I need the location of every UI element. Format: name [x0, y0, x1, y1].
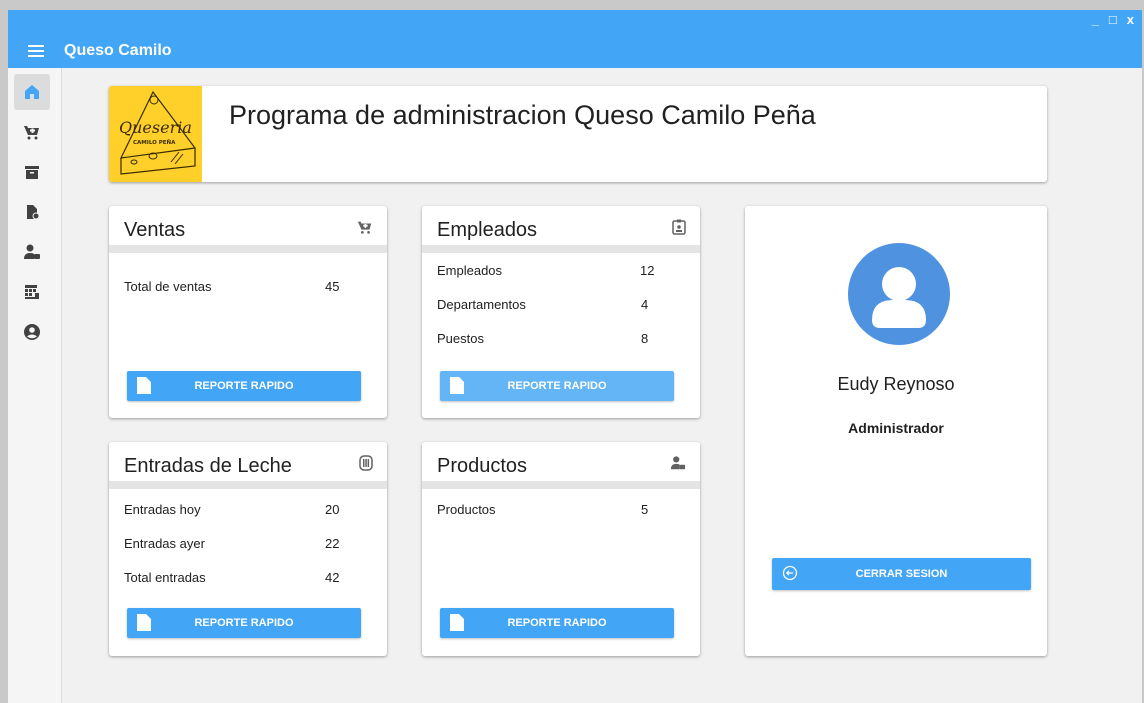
stat-label: Total entradas	[124, 570, 206, 585]
barrel-icon	[359, 455, 373, 476]
header-card: Queseria CAMILO PEÑA Programa de adminis…	[109, 86, 1047, 182]
card-divider	[109, 481, 387, 489]
sidebar-item-archive[interactable]	[14, 154, 50, 190]
card-divider	[422, 245, 700, 253]
account-circle-icon	[848, 243, 950, 345]
id-badge-icon	[672, 219, 686, 240]
leche-report-button[interactable]: REPORTE RAPIDO	[127, 608, 361, 638]
cart-icon	[24, 126, 39, 140]
stat-value: 20	[325, 502, 340, 517]
empleados-card: Empleados Empleados 12 Departamentos 4 P…	[422, 206, 700, 418]
stat-value: 22	[325, 536, 340, 551]
hamburger-icon	[28, 45, 44, 57]
cart-icon	[357, 219, 373, 240]
productos-report-button[interactable]: REPORTE RAPIDO	[440, 608, 674, 638]
archive-icon	[25, 166, 39, 179]
sidebar-item-ventas[interactable]	[14, 114, 50, 150]
maximize-button[interactable]: □	[1109, 13, 1117, 27]
warehouse-icon	[25, 285, 39, 299]
menu-button[interactable]	[8, 34, 64, 68]
stat-label: Productos	[437, 502, 496, 517]
app-window: _ □ x Queso Camilo Queseria CAMILO PEÑA …	[0, 0, 1144, 703]
sidebar-item-home[interactable]	[14, 74, 50, 110]
sidebar-item-warehouse[interactable]	[14, 274, 50, 310]
stat-label: Entradas hoy	[124, 502, 201, 517]
button-label: REPORTE RAPIDO	[194, 617, 294, 629]
ventas-card: Ventas Total de ventas 45 REPORTE RAPIDO	[109, 206, 387, 418]
productos-card: Productos Productos 5 REPORTE RAPIDO	[422, 442, 700, 656]
card-divider	[422, 481, 700, 489]
profile-card: Eudy Reynoso Administrador CERRAR SESION	[745, 206, 1047, 656]
stat-value: 12	[640, 263, 655, 278]
window-controls: _ □ x	[1092, 13, 1134, 27]
card-title: Entradas de Leche	[124, 455, 292, 477]
svg-text:Queseria: Queseria	[119, 118, 192, 137]
ventas-report-button[interactable]: REPORTE RAPIDO	[127, 371, 361, 401]
window-titlebar: _ □ x	[8, 10, 1142, 34]
button-label: REPORTE RAPIDO	[194, 380, 294, 392]
leche-card: Entradas de Leche Entradas hoy 20 Entrad…	[109, 442, 387, 656]
page-title: Programa de administracion Queso Camilo …	[229, 100, 816, 130]
button-label: CERRAR SESION	[855, 568, 948, 580]
empleados-report-button[interactable]: REPORTE RAPIDO	[440, 371, 674, 401]
svg-text:CAMILO PEÑA: CAMILO PEÑA	[133, 139, 176, 146]
stat-label: Entradas ayer	[124, 536, 205, 551]
app-bar: Queso Camilo	[8, 34, 1142, 68]
minimize-button[interactable]: _	[1092, 13, 1099, 27]
document-icon	[27, 205, 40, 220]
stat-label: Puestos	[437, 331, 484, 346]
queseria-logo: Queseria CAMILO PEÑA	[109, 86, 202, 182]
stat-value: 5	[641, 502, 649, 517]
sidebar-item-users[interactable]	[14, 234, 50, 270]
avatar	[847, 242, 951, 351]
stat-value: 4	[641, 297, 649, 312]
button-label: REPORTE RAPIDO	[507, 380, 607, 392]
stat-label: Total de ventas	[124, 279, 212, 294]
stat-label: Departamentos	[437, 297, 526, 312]
stat-label: Empleados	[437, 263, 503, 278]
sidebar	[8, 68, 62, 703]
cheese-logo-icon: Queseria CAMILO PEÑA	[109, 86, 202, 182]
card-divider	[109, 245, 387, 253]
card-title: Empleados	[437, 219, 538, 241]
sidebar-item-documents[interactable]	[14, 194, 50, 230]
stat-value: 45	[325, 279, 340, 294]
sidebar-item-account[interactable]	[14, 314, 50, 350]
card-title: Productos	[437, 455, 528, 477]
close-button[interactable]: x	[1127, 13, 1134, 27]
stat-value: 8	[641, 331, 649, 346]
logout-button[interactable]: CERRAR SESION	[772, 558, 1031, 590]
user-role: Administrador	[848, 420, 944, 436]
button-label: REPORTE RAPIDO	[507, 617, 607, 629]
user-badge-icon	[24, 244, 40, 259]
user-name: Eudy Reynoso	[837, 374, 955, 394]
account-circle-icon	[24, 324, 40, 340]
user-badge-icon	[670, 455, 686, 476]
app-title: Queso Camilo	[64, 42, 172, 59]
home-icon	[25, 85, 39, 99]
card-title: Ventas	[124, 219, 186, 241]
stat-value: 42	[325, 570, 340, 585]
